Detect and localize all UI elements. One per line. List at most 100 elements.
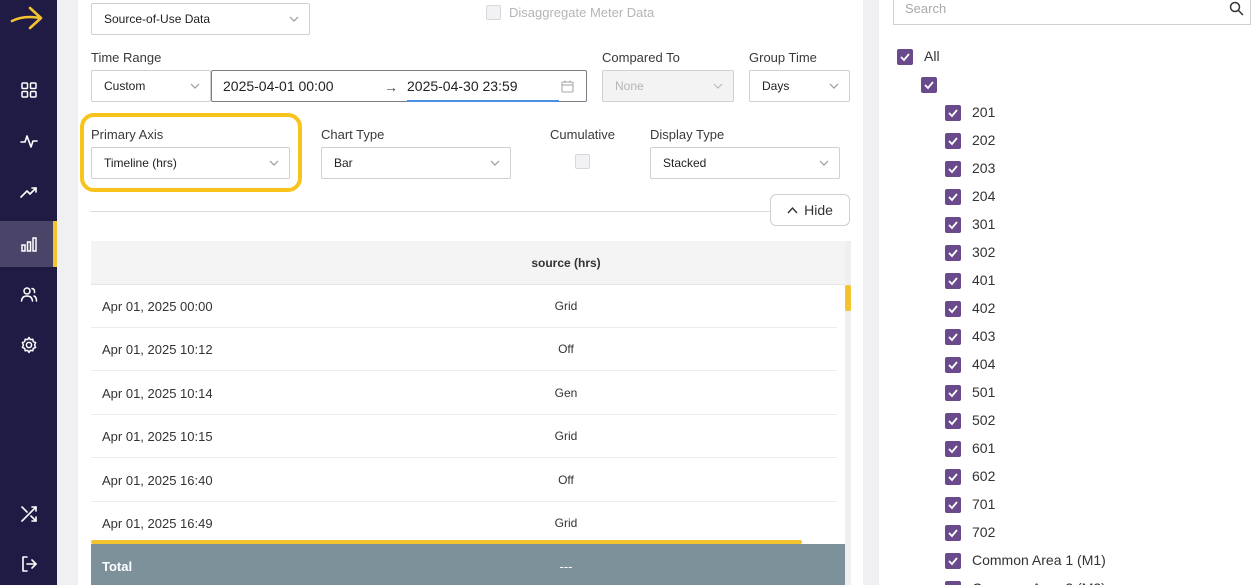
meter-label[interactable]: 302 xyxy=(972,244,995,260)
meter-checkbox[interactable] xyxy=(945,581,961,585)
meter-label[interactable]: 402 xyxy=(972,300,995,316)
meter-label[interactable]: 602 xyxy=(972,468,995,484)
end-date-input[interactable]: 2025-04-30 23:59 xyxy=(407,78,518,94)
meter-checkbox[interactable] xyxy=(945,105,961,121)
row-source: Off xyxy=(558,342,574,356)
report-panel: Source-of-Use Data Disaggregate Meter Da… xyxy=(78,0,863,585)
meter-checkbox[interactable] xyxy=(945,497,961,513)
compared-to-label: Compared To xyxy=(602,50,680,65)
meter-checkbox[interactable] xyxy=(945,525,961,541)
time-range-select[interactable]: Custom xyxy=(91,70,211,102)
meter-checkbox[interactable] xyxy=(945,161,961,177)
sidebar xyxy=(0,0,57,585)
meter-label[interactable]: 701 xyxy=(972,496,995,512)
row-time: Apr 01, 2025 10:15 xyxy=(102,429,213,444)
meter-checkbox[interactable] xyxy=(945,441,961,457)
nav-trends[interactable] xyxy=(0,169,57,215)
meter-checkbox[interactable] xyxy=(945,217,961,233)
checkmark-icon xyxy=(948,249,958,258)
nav-shuffle[interactable] xyxy=(0,491,57,537)
meter-checkbox[interactable] xyxy=(945,189,961,205)
logo-arrow-icon[interactable] xyxy=(10,4,44,34)
checkmark-icon xyxy=(924,81,934,90)
meter-checkbox[interactable] xyxy=(945,385,961,401)
start-date-input[interactable]: 2025-04-01 00:00 xyxy=(223,78,334,94)
date-range-picker[interactable]: 2025-04-01 00:00 → 2025-04-30 23:59 xyxy=(211,70,587,102)
time-range-label: Time Range xyxy=(91,50,162,65)
group-checkbox[interactable] xyxy=(921,77,937,93)
meter-label[interactable]: 702 xyxy=(972,524,995,540)
meter-label[interactable]: 502 xyxy=(972,412,995,428)
meter-label[interactable]: 203 xyxy=(972,160,995,176)
meter-checkbox[interactable] xyxy=(945,357,961,373)
active-input-underline xyxy=(407,100,559,102)
data-type-select[interactable]: Source-of-Use Data xyxy=(91,3,310,35)
search-icon[interactable] xyxy=(1229,1,1244,16)
disaggregate-checkbox[interactable] xyxy=(486,5,501,20)
checkmark-icon xyxy=(948,389,958,398)
display-type-select[interactable]: Stacked xyxy=(650,147,840,179)
nav-dashboard[interactable] xyxy=(0,67,57,113)
meter-checkbox[interactable] xyxy=(945,469,961,485)
chevron-down-icon xyxy=(289,16,299,22)
chart-type-value: Bar xyxy=(334,156,353,170)
meter-search-input[interactable]: Search xyxy=(893,0,1251,25)
primary-axis-select[interactable]: Timeline (hrs) xyxy=(91,147,290,179)
meter-checkbox[interactable] xyxy=(945,273,961,289)
chart-type-label: Chart Type xyxy=(321,127,385,142)
meter-checkbox[interactable] xyxy=(945,413,961,429)
cumulative-checkbox[interactable] xyxy=(575,154,590,169)
primary-axis-label: Primary Axis xyxy=(91,127,164,142)
cumulative-label: Cumulative xyxy=(550,127,616,142)
trending-up-icon xyxy=(19,187,37,198)
checkmark-icon xyxy=(948,445,958,454)
nav-activity[interactable] xyxy=(0,118,57,164)
meter-label[interactable]: 403 xyxy=(972,328,995,344)
table-row: Apr 01, 2025 16:40 Off xyxy=(91,459,837,502)
users-icon xyxy=(20,287,37,302)
gear-icon xyxy=(21,336,36,354)
meter-label[interactable]: 401 xyxy=(972,272,995,288)
meter-checkbox[interactable] xyxy=(945,301,961,317)
hide-button[interactable]: Hide xyxy=(770,194,850,226)
table-row: Apr 01, 2025 10:14 Gen xyxy=(91,372,837,415)
hide-label: Hide xyxy=(804,202,833,218)
meter-checkbox[interactable] xyxy=(945,553,961,569)
checkmark-icon xyxy=(948,333,958,342)
calendar-icon[interactable] xyxy=(561,80,574,93)
vertical-scrollbar-thumb[interactable] xyxy=(845,285,851,311)
nav-reports[interactable] xyxy=(0,221,57,267)
meter-label[interactable]: 301 xyxy=(972,216,995,232)
checkmark-icon xyxy=(948,417,958,426)
nav-logout[interactable] xyxy=(0,541,57,585)
meter-checkbox[interactable] xyxy=(945,133,961,149)
nav-settings[interactable] xyxy=(0,322,57,368)
table-row: Apr 01, 2025 16:49 Grid xyxy=(91,502,837,545)
time-range-value: Custom xyxy=(104,79,146,93)
meter-label[interactable]: 404 xyxy=(972,356,995,372)
display-type-label: Display Type xyxy=(650,127,725,142)
meter-label[interactable]: 201 xyxy=(972,104,995,120)
checkmark-icon xyxy=(948,361,958,370)
chevron-down-icon xyxy=(490,160,500,166)
meter-checkbox[interactable] xyxy=(945,329,961,345)
meter-label[interactable]: 501 xyxy=(972,384,995,400)
table-row: Apr 01, 2025 00:00 Grid xyxy=(91,285,837,328)
select-all-checkbox[interactable] xyxy=(897,49,913,65)
compared-to-select[interactable]: None xyxy=(602,70,734,102)
data-table: source (hrs) Apr 01, 2025 00:00 Grid Apr… xyxy=(91,241,851,585)
chevron-up-icon xyxy=(787,206,798,214)
checkmark-icon xyxy=(948,109,958,118)
select-all-label[interactable]: All xyxy=(924,48,940,64)
meter-label[interactable]: Common Area 2 (M2) xyxy=(972,580,1106,585)
meter-label[interactable]: Common Area 1 (M1) xyxy=(972,552,1106,568)
meter-label[interactable]: 204 xyxy=(972,188,995,204)
chart-type-select[interactable]: Bar xyxy=(321,147,511,179)
group-time-select[interactable]: Days xyxy=(749,70,850,102)
disaggregate-label: Disaggregate Meter Data xyxy=(509,5,655,20)
column-header-source[interactable]: source (hrs) xyxy=(391,256,741,270)
meter-label[interactable]: 202 xyxy=(972,132,995,148)
meter-checkbox[interactable] xyxy=(945,245,961,261)
nav-users[interactable] xyxy=(0,271,57,317)
meter-label[interactable]: 601 xyxy=(972,440,995,456)
